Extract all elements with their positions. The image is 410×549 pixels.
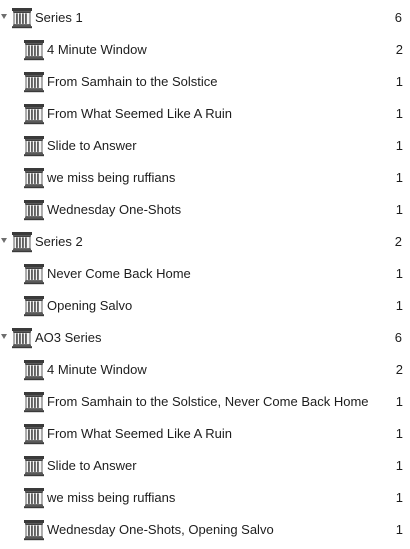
column-icon [11, 231, 33, 253]
item-count: 1 [395, 266, 403, 281]
column-icon [23, 103, 45, 125]
column-icon [23, 391, 45, 413]
group-label: Series 1 [35, 10, 83, 25]
group-count: 6 [394, 330, 402, 345]
item-label: we miss being ruffians [47, 490, 176, 505]
item-label: we miss being ruffians [47, 170, 176, 185]
item-label: From Samhain to the Solstice, Never Come… [47, 394, 369, 409]
column-icon [23, 423, 45, 445]
disclosure-triangle-icon[interactable] [1, 334, 7, 339]
item-row[interactable]: From Samhain to the Solstice, Never Come… [0, 386, 410, 418]
item-count: 2 [395, 42, 403, 57]
column-icon [23, 135, 45, 157]
item-row[interactable]: Opening Salvo 1 [0, 290, 410, 322]
item-count: 1 [395, 490, 403, 505]
disclosure-triangle-icon[interactable] [1, 14, 7, 19]
group-row-ao3-series[interactable]: AO3 Series 6 [0, 322, 410, 354]
item-label: From What Seemed Like A Ruin [47, 426, 232, 441]
item-count: 1 [395, 138, 403, 153]
column-icon [23, 199, 45, 221]
item-count: 1 [395, 458, 403, 473]
item-label: 4 Minute Window [47, 42, 147, 57]
item-count: 2 [395, 362, 403, 377]
item-row[interactable]: From What Seemed Like A Ruin 1 [0, 98, 410, 130]
item-count: 1 [395, 298, 403, 313]
item-row[interactable]: From What Seemed Like A Ruin 1 [0, 418, 410, 450]
item-count: 1 [395, 74, 403, 89]
group-row-series-2[interactable]: Series 2 2 [0, 226, 410, 258]
column-icon [23, 167, 45, 189]
column-icon [23, 359, 45, 381]
item-row[interactable]: we miss being ruffians 1 [0, 482, 410, 514]
item-row[interactable]: 4 Minute Window 2 [0, 34, 410, 66]
item-count: 1 [395, 202, 403, 217]
item-label: From What Seemed Like A Ruin [47, 106, 232, 121]
item-count: 1 [395, 522, 403, 537]
column-icon [23, 295, 45, 317]
item-row[interactable]: Slide to Answer 1 [0, 450, 410, 482]
column-icon [23, 487, 45, 509]
group-label: Series 2 [35, 234, 83, 249]
item-label: Wednesday One-Shots [47, 202, 182, 217]
item-row[interactable]: From Samhain to the Solstice 1 [0, 66, 410, 98]
column-icon [23, 263, 45, 285]
group-label: AO3 Series [35, 330, 102, 345]
item-count: 1 [395, 106, 403, 121]
column-icon [11, 7, 33, 29]
column-icon [11, 327, 33, 349]
item-label: Slide to Answer [47, 458, 137, 473]
column-icon [23, 455, 45, 477]
item-label: Wednesday One-Shots, Opening Salvo [47, 522, 274, 537]
group-count: 6 [394, 10, 402, 25]
item-label: Slide to Answer [47, 138, 137, 153]
item-row[interactable]: we miss being ruffians 1 [0, 162, 410, 194]
group-count: 2 [394, 234, 402, 249]
item-count: 1 [395, 394, 403, 409]
item-label: Opening Salvo [47, 298, 133, 313]
item-row[interactable]: Never Come Back Home 1 [0, 258, 410, 290]
item-count: 1 [395, 426, 403, 441]
item-row[interactable]: Wednesday One-Shots 1 [0, 194, 410, 226]
series-tree: Series 1 6 4 Minute Window 2 From Samhai… [0, 2, 410, 546]
item-label: From Samhain to the Solstice [47, 74, 218, 89]
item-label: Never Come Back Home [47, 266, 191, 281]
item-row[interactable]: Slide to Answer 1 [0, 130, 410, 162]
item-label: 4 Minute Window [47, 362, 147, 377]
item-row[interactable]: 4 Minute Window 2 [0, 354, 410, 386]
item-count: 1 [395, 170, 403, 185]
group-row-series-1[interactable]: Series 1 6 [0, 2, 410, 34]
column-icon [23, 39, 45, 61]
item-row[interactable]: Wednesday One-Shots, Opening Salvo 1 [0, 514, 410, 546]
disclosure-triangle-icon[interactable] [1, 238, 7, 243]
column-icon [23, 71, 45, 93]
column-icon [23, 519, 45, 541]
